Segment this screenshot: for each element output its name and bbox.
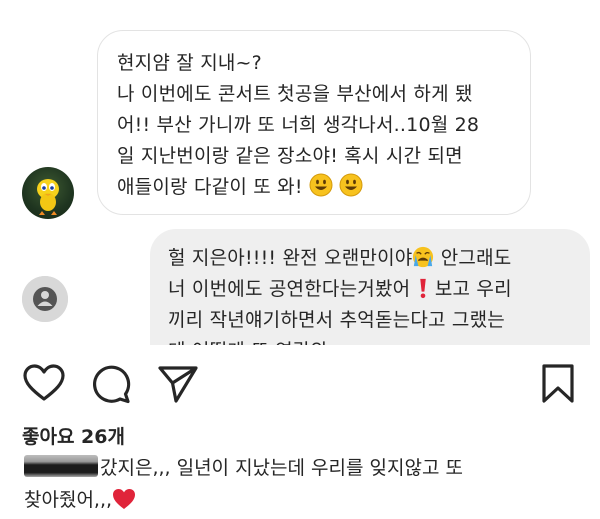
like-heart-icon[interactable] <box>22 363 66 403</box>
outgoing-message-bubble: 헐 지은아!!!! 완전 오랜만이야 안그래도 너 이번에도 공연한다는거봤어 … <box>150 229 590 345</box>
default-avatar[interactable] <box>22 276 68 322</box>
post-caption: 갔지은,,, 일년이 지났는데 우리를 잊지않고 또 찾아줬어,,, <box>24 452 584 516</box>
outgoing-line-clipped: 데 어떻게 또 연락와 ... <box>168 336 576 345</box>
caption-line-1: 갔지은,,, 일년이 지났는데 우리를 잊지않고 또 <box>24 452 584 484</box>
outgoing-line-with-emoji: 너 이번에도 공연한다는거봤어 보고 우리 <box>168 274 576 305</box>
outgoing-line-text: 너 이번에도 공연한다는거봤어 <box>168 278 411 300</box>
crying-face-emoji <box>413 246 434 268</box>
red-exclamation-emoji <box>419 278 426 299</box>
incoming-line: 일 지난번이랑 같은 장소야! 혹시 시간 되면 <box>117 145 463 167</box>
caption-text: 찾아줬어,,, <box>24 489 113 511</box>
caption-line-2: 찾아줬어,,, <box>24 484 584 516</box>
redacted-username <box>24 455 98 477</box>
likes-count[interactable]: 좋아요 26개 <box>22 422 125 449</box>
tweety-icon <box>37 179 59 215</box>
incoming-line-with-emoji: 애들이랑 다같이 또 와! <box>117 172 510 203</box>
outgoing-line-text: 보고 우리 <box>434 278 512 300</box>
comment-icon[interactable] <box>90 363 132 405</box>
outgoing-line-text: 헐 지은아!!!! 완전 오랜만이야 <box>168 247 413 269</box>
incoming-line: 나 이번에도 콘서트 첫공을 부산에서 하게 됐 <box>117 83 473 105</box>
dm-screenshot: 현지얌 잘 지내~? 나 이번에도 콘서트 첫공을 부산에서 하게 됐 어!! … <box>0 0 600 345</box>
incoming-message-bubble: 현지얌 잘 지내~? 나 이번에도 콘서트 첫공을 부산에서 하게 됐 어!! … <box>97 30 531 215</box>
post-action-bar <box>0 345 600 417</box>
caption-text: 갔지은,,, 일년이 지났는데 우리를 잊지않고 또 <box>100 457 463 479</box>
incoming-line: 현지얌 잘 지내~? <box>117 52 262 74</box>
person-icon <box>22 276 68 322</box>
outgoing-line-with-emoji: 헐 지은아!!!! 완전 오랜만이야 안그래도 <box>168 243 576 274</box>
incoming-line: 어!! 부산 가니까 또 너희 생각나서..10월 28 <box>117 114 480 136</box>
tweety-avatar[interactable] <box>22 167 74 219</box>
bookmark-icon[interactable] <box>540 363 576 405</box>
grinning-face-emoji <box>339 173 363 197</box>
outgoing-line: 끼리 작년얘기하면서 추억돋는다고 그랬는 <box>168 309 505 331</box>
grinning-face-emoji <box>309 173 333 197</box>
outgoing-line-text: 안그래도 <box>440 247 512 269</box>
share-send-icon[interactable] <box>157 364 199 404</box>
incoming-line-text: 애들이랑 다같이 또 와! <box>117 176 303 198</box>
red-heart-emoji <box>113 489 136 509</box>
